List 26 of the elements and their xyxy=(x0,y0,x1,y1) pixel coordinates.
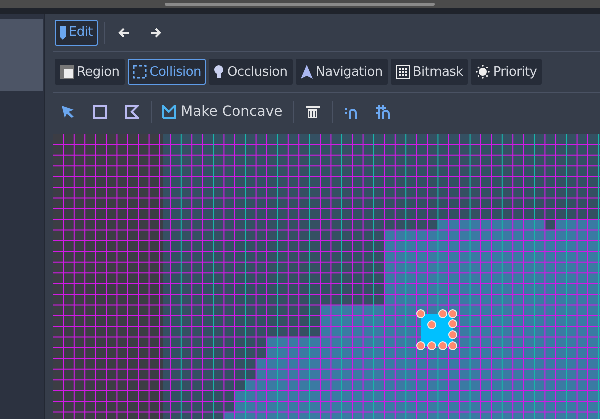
pointer-icon xyxy=(61,104,75,118)
bulb-icon xyxy=(214,65,224,79)
tab[interactable]: Occlusion xyxy=(209,59,293,85)
tab[interactable]: Collision xyxy=(128,59,206,85)
make-concave-button[interactable]: Make Concave xyxy=(158,98,287,124)
tab[interactable]: Priority xyxy=(471,59,542,85)
dashed-square-icon xyxy=(132,65,147,79)
concave-icon xyxy=(162,104,176,118)
polygon-icon xyxy=(125,104,139,118)
triangle-icon xyxy=(300,65,313,79)
tileset-grid-drawing[interactable] xyxy=(53,134,600,419)
tab[interactable]: Bitmask xyxy=(390,59,468,85)
scrollbar[interactable] xyxy=(165,2,435,6)
trash-icon xyxy=(306,104,320,118)
grid-icon xyxy=(60,65,74,79)
square-icon xyxy=(93,104,107,118)
left-arrow-icon xyxy=(118,26,130,38)
edit-button[interactable]: Edit xyxy=(55,20,98,46)
right-arrow-icon xyxy=(150,26,162,38)
sun-icon xyxy=(476,65,490,79)
tab[interactable]: Region xyxy=(55,59,125,85)
grid-icon xyxy=(396,65,410,79)
side-panel xyxy=(0,19,43,91)
grid-snap-icon xyxy=(376,104,392,118)
tab[interactable]: Navigation xyxy=(296,59,388,85)
pencil-icon xyxy=(60,26,66,40)
